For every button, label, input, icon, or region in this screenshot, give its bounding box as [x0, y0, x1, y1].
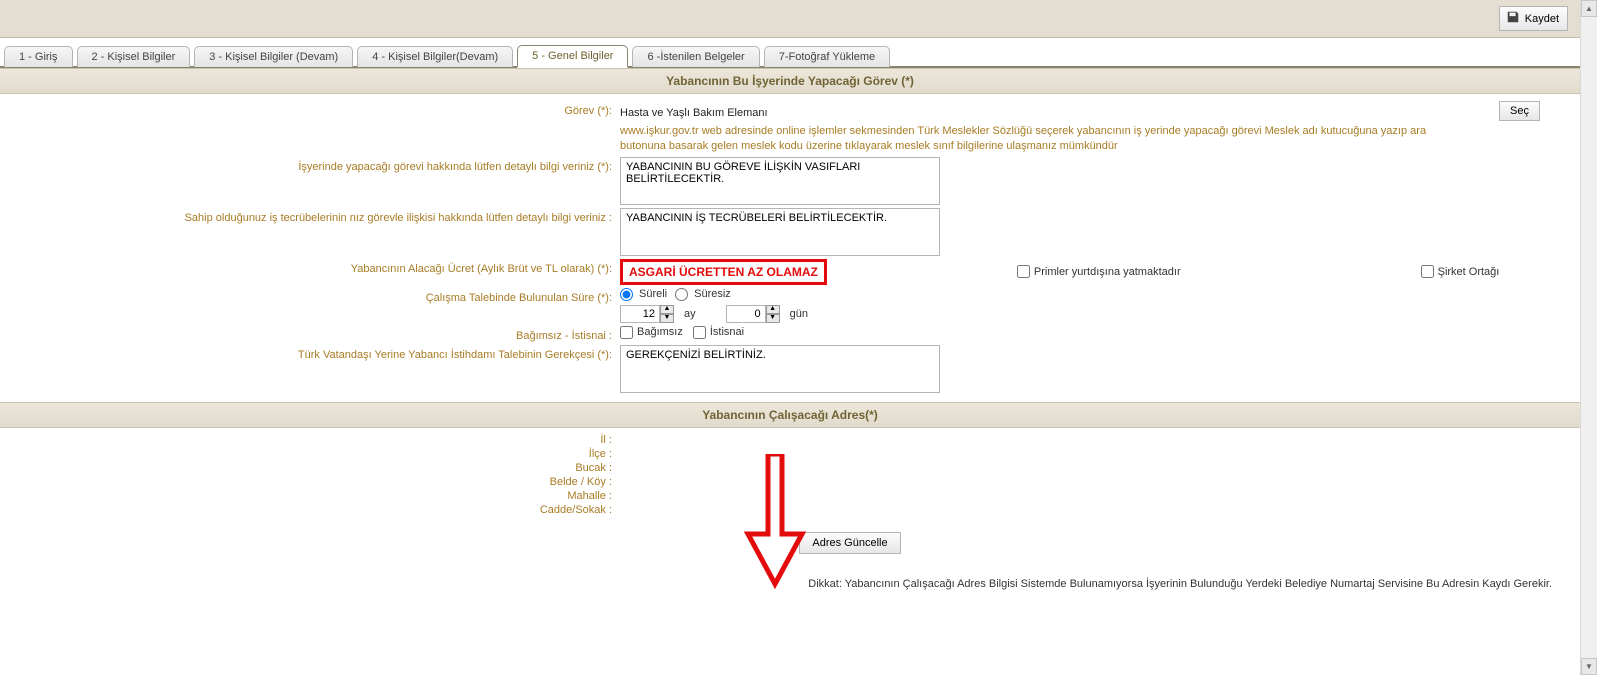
adres-warning-text: Dikkat: Yabancının Çalışacağı Adres Bilg…	[10, 562, 1570, 598]
gorev-value: Hasta ve Yaşlı Bakım Elemanı	[620, 103, 768, 119]
tab-6-istenilen-belgeler[interactable]: 6 -İstenilen Belgeler	[632, 46, 759, 67]
bucak-label: Bucak :	[10, 462, 620, 474]
primler-checkbox[interactable]	[1017, 265, 1030, 278]
ay-up-button[interactable]: ▲	[660, 305, 674, 314]
sirket-ortagi-checkbox[interactable]	[1421, 265, 1434, 278]
adres-guncelle-button[interactable]: Adres Güncelle	[799, 532, 900, 554]
gun-up-button[interactable]: ▲	[766, 305, 780, 314]
istisnai-checkbox[interactable]	[693, 326, 706, 339]
save-button[interactable]: Kaydet	[1499, 6, 1568, 31]
tab-bar: 1 - Giriş 2 - Kişisel Bilgiler 3 - Kişis…	[0, 38, 1580, 68]
bagimsiz-label: Bağımsız	[637, 326, 683, 338]
section-header-adres: Yabancının Çalışacağı Adres(*)	[0, 402, 1580, 428]
sirket-ortagi-label: Şirket Ortağı	[1438, 266, 1500, 278]
ay-unit-label: ay	[684, 308, 696, 320]
tab-4-kisisel-devam[interactable]: 4 - Kişisel Bilgiler(Devam)	[357, 46, 513, 67]
tab-7-fotograf[interactable]: 7-Fotoğraf Yükleme	[764, 46, 890, 67]
primler-label: Primler yurtdışına yatmaktadır	[1034, 266, 1181, 278]
tab-3-kisisel-devam[interactable]: 3 - Kişisel Bilgiler (Devam)	[194, 46, 353, 67]
ay-input[interactable]	[620, 305, 660, 323]
gun-unit-label: gün	[790, 308, 808, 320]
bagimsiz-row-label: Bağımsız - İstisnai :	[10, 326, 620, 342]
save-button-label: Kaydet	[1525, 13, 1559, 25]
suresiz-radio[interactable]	[675, 288, 688, 301]
save-floppy-icon	[1506, 10, 1520, 27]
section-header-gorev: Yabancının Bu İşyerinde Yapacağı Görev (…	[0, 68, 1580, 94]
gorev-label: Görev (*):	[10, 101, 620, 117]
suresiz-label: Süresiz	[694, 288, 731, 300]
sec-button[interactable]: Seç	[1499, 101, 1540, 121]
cadde-label: Cadde/Sokak :	[10, 504, 620, 516]
vertical-scrollbar[interactable]: ▲ ▼	[1580, 0, 1597, 675]
gerekce-textarea[interactable]	[620, 345, 940, 393]
sureli-label: Süreli	[639, 288, 667, 300]
ucret-warning-box: ASGARİ ÜCRETTEN AZ OLAMAZ	[620, 259, 827, 285]
tab-1-giris[interactable]: 1 - Giriş	[4, 46, 73, 67]
il-label: İl :	[10, 434, 620, 446]
scroll-up-button[interactable]: ▲	[1581, 0, 1597, 17]
tab-5-genel-bilgiler[interactable]: 5 - Genel Bilgiler	[517, 45, 628, 68]
tecrube-label: Sahip olduğunuz iş tecrübelerinin nız gö…	[10, 208, 620, 224]
istisnai-label: İstisnai	[710, 326, 744, 338]
detay-label: İşyerinde yapacağı görevi hakkında lütfe…	[10, 157, 620, 173]
top-toolbar: Kaydet	[0, 0, 1580, 38]
form-adres-area: İl : İlçe : Bucak : Belde / Köy : Mahall…	[0, 428, 1580, 604]
ay-down-button[interactable]: ▼	[660, 314, 674, 323]
tab-2-kisisel[interactable]: 2 - Kişisel Bilgiler	[77, 46, 191, 67]
form-gorev-area: Görev (*): Hasta ve Yaşlı Bakım Elemanı …	[0, 94, 1580, 402]
bagimsiz-checkbox[interactable]	[620, 326, 633, 339]
sureli-radio[interactable]	[620, 288, 633, 301]
ucret-label: Yabancının Alacağı Ücret (Aylık Brüt ve …	[10, 259, 620, 275]
scroll-down-button[interactable]: ▼	[1581, 658, 1597, 675]
belde-label: Belde / Köy :	[10, 476, 620, 488]
mahalle-label: Mahalle :	[10, 490, 620, 502]
gun-input[interactable]	[726, 305, 766, 323]
sure-label: Çalışma Talebinde Bulunulan Süre (*):	[10, 288, 620, 304]
tecrube-textarea[interactable]	[620, 208, 940, 256]
gerekce-label: Türk Vatandaşı Yerine Yabancı İstihdamı …	[10, 345, 620, 361]
gorev-hint: www.işkur.gov.tr web adresinde online iş…	[620, 124, 1440, 154]
detay-textarea[interactable]	[620, 157, 940, 205]
gun-down-button[interactable]: ▼	[766, 314, 780, 323]
ilce-label: İlçe :	[10, 448, 620, 460]
